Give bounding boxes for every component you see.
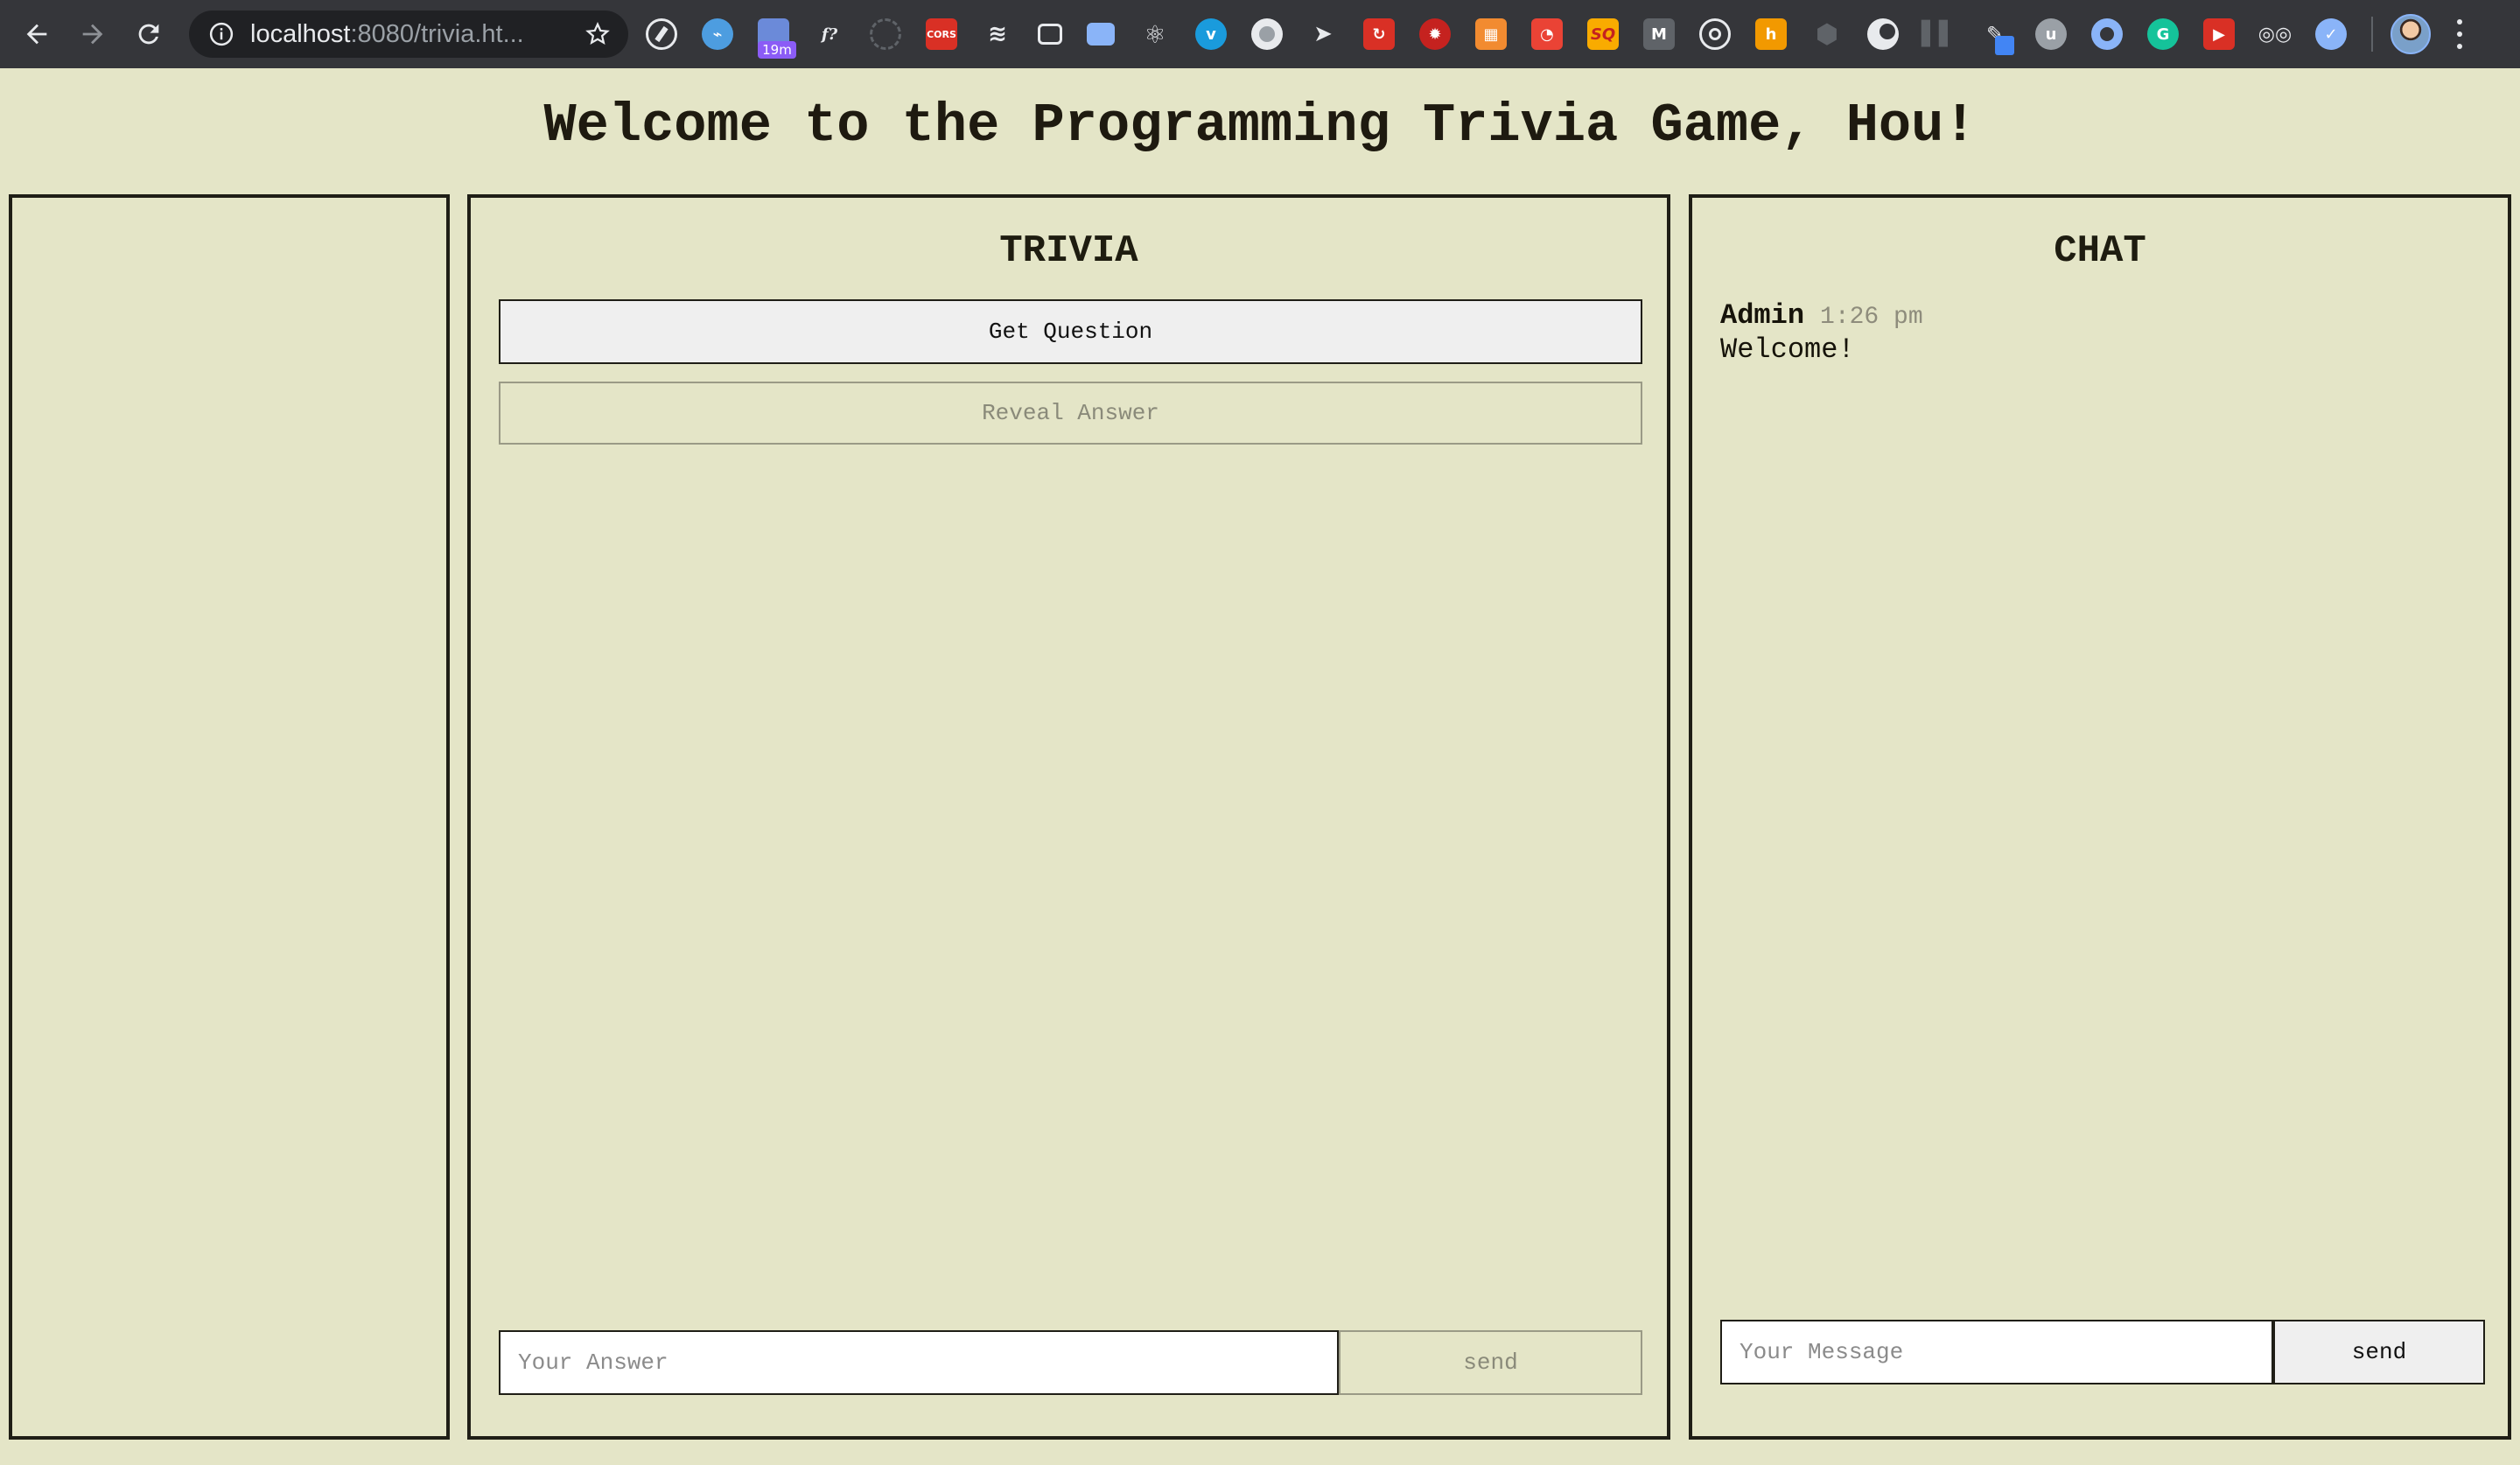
chat-text: Welcome! [1720, 333, 1855, 366]
cors-icon[interactable]: CORS [926, 18, 957, 50]
players-panel [9, 194, 450, 1440]
url-host: localhost [250, 19, 351, 48]
page-title: Welcome to the Programming Trivia Game, … [543, 95, 1977, 157]
u-icon[interactable]: u [2035, 18, 2067, 50]
message-send-button[interactable]: send [2273, 1320, 2485, 1384]
back-button[interactable] [18, 15, 56, 53]
get-question-button[interactable]: Get Question [499, 299, 1642, 364]
browser-toolbar: localhost:8080/trivia.ht... ⌁ 19m f? COR… [0, 0, 2520, 68]
function-icon[interactable]: f? [814, 18, 845, 50]
vscode-icon[interactable]: ⌁ [702, 18, 733, 50]
info-icon [209, 22, 234, 46]
arrow-left-icon [26, 24, 47, 45]
trivia-heading: TRIVIA [999, 229, 1138, 273]
play-red-icon[interactable]: ▶ [2203, 18, 2235, 50]
chat-author: Admin [1720, 299, 1805, 332]
answer-send-button[interactable]: send [1339, 1330, 1642, 1395]
m-icon[interactable]: M [1643, 18, 1675, 50]
trivia-panel: TRIVIA Get Question Reveal Answer send [467, 194, 1670, 1440]
toolbar-divider [2371, 17, 2373, 52]
h-icon[interactable]: h [1755, 18, 1787, 50]
address-bar[interactable]: localhost:8080/trivia.ht... [189, 11, 628, 58]
bars-icon[interactable]: ▌▌ [1922, 18, 1956, 50]
chart-icon[interactable]: ◔ [1531, 18, 1563, 50]
windows-icon[interactable] [1038, 24, 1062, 45]
eyedropper-icon[interactable]: ✎ [1979, 18, 2014, 55]
card-icon[interactable] [1087, 23, 1115, 46]
answer-input[interactable] [499, 1330, 1339, 1395]
crescent-icon[interactable] [1867, 18, 1899, 50]
arrow-right-icon [82, 24, 103, 45]
extension-badge: 19m [758, 41, 796, 59]
cursor-icon[interactable]: ➤ [1307, 18, 1339, 50]
reload-button[interactable] [130, 15, 168, 53]
chat-timestamp: 1:26 pm [1820, 304, 1923, 331]
grammarly-icon[interactable]: G [2147, 18, 2179, 50]
onion-icon[interactable] [2091, 18, 2123, 50]
profile-avatar[interactable] [2390, 14, 2431, 54]
clock-icon[interactable] [870, 18, 901, 50]
gear-red-icon[interactable]: ✹ [1419, 18, 1451, 50]
chat-panel: CHAT Admin 1:26 pm Welcome! send [1689, 194, 2511, 1440]
chat-log: Admin 1:26 pm Welcome! [1720, 299, 2473, 366]
chat-heading: CHAT [2054, 229, 2146, 273]
url-text: localhost:8080/trivia.ht... [250, 20, 524, 49]
layers-icon[interactable]: ≋ [982, 18, 1013, 50]
hexagon-icon[interactable]: ⬢ [1811, 18, 1843, 50]
compass-icon[interactable] [646, 18, 677, 50]
reveal-answer-button[interactable]: Reveal Answer [499, 382, 1642, 445]
chat-message-header: Admin 1:26 pm [1720, 299, 2473, 332]
target-icon[interactable] [1699, 18, 1731, 50]
vimeo-icon[interactable]: v [1195, 18, 1227, 50]
shield-icon[interactable]: ✓ [2315, 18, 2347, 50]
chat-message: Admin 1:26 pm Welcome! [1720, 299, 2473, 366]
refresh-red-icon[interactable]: ↻ [1363, 18, 1395, 50]
glasses-icon[interactable]: ◎◎ [2258, 18, 2292, 50]
url-path: :8080/trivia.ht... [350, 19, 524, 48]
menu-dots-icon[interactable] [2455, 19, 2464, 49]
reload-icon [138, 24, 159, 45]
circle-icon[interactable] [1251, 18, 1283, 50]
bookmark-star-icon[interactable] [584, 21, 611, 47]
grid-icon[interactable]: ▦ [1475, 18, 1507, 50]
message-input[interactable] [1720, 1320, 2273, 1384]
sq-icon[interactable]: SQ [1587, 18, 1619, 50]
calendar-icon[interactable]: 19m [758, 18, 796, 59]
extensions-bar: ⌁ 19m f? CORS ≋ ⚛ v ➤ ↻ ✹ ▦ ◔ SQ M h ⬢ ▌… [646, 12, 2464, 59]
forward-button[interactable] [74, 15, 112, 53]
react-icon[interactable]: ⚛ [1139, 18, 1171, 50]
